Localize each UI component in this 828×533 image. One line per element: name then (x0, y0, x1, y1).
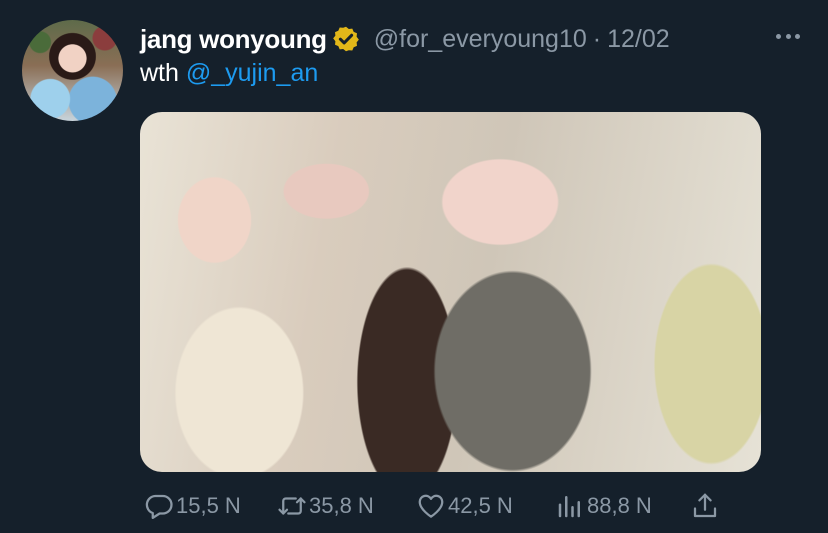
share-icon (693, 493, 717, 518)
separator-dot: · (592, 24, 602, 53)
reply-count: 15,5 N (176, 493, 241, 518)
tweet-header: jang wonyoung @for_everyoung10 · 12/02 (140, 22, 670, 56)
mention-link[interactable]: @_yujin_an (186, 59, 318, 87)
tweet-text: wth @_yujin_an (140, 56, 318, 90)
tweet-date[interactable]: 12/02 (607, 25, 670, 54)
views-button[interactable]: 88,8 N (555, 488, 652, 524)
avatar[interactable] (22, 20, 123, 121)
author-name[interactable]: jang wonyoung (140, 24, 327, 55)
action-bar: 15,5 N 35,8 N 42,5 N 88,8 N (144, 488, 734, 524)
like-count: 42,5 N (448, 493, 513, 518)
more-options-icon[interactable] (776, 26, 800, 46)
reply-icon (145, 494, 173, 519)
reply-button[interactable]: 15,5 N (144, 488, 241, 524)
verified-badge-icon (332, 25, 360, 53)
tweet-photo[interactable] (140, 112, 761, 472)
author-handle[interactable]: @for_everyoung10 (374, 25, 587, 54)
retweet-button[interactable]: 35,8 N (277, 488, 374, 524)
retweet-count: 35,8 N (309, 493, 374, 518)
like-icon (418, 494, 444, 518)
tweet-text-prefix: wth (140, 59, 179, 87)
share-button[interactable] (690, 488, 720, 524)
tweet: jang wonyoung @for_everyoung10 · 12/02 w… (0, 0, 828, 533)
retweet-icon (278, 497, 306, 515)
like-button[interactable]: 42,5 N (416, 488, 513, 524)
views-count: 88,8 N (587, 493, 652, 518)
views-icon (558, 496, 580, 518)
